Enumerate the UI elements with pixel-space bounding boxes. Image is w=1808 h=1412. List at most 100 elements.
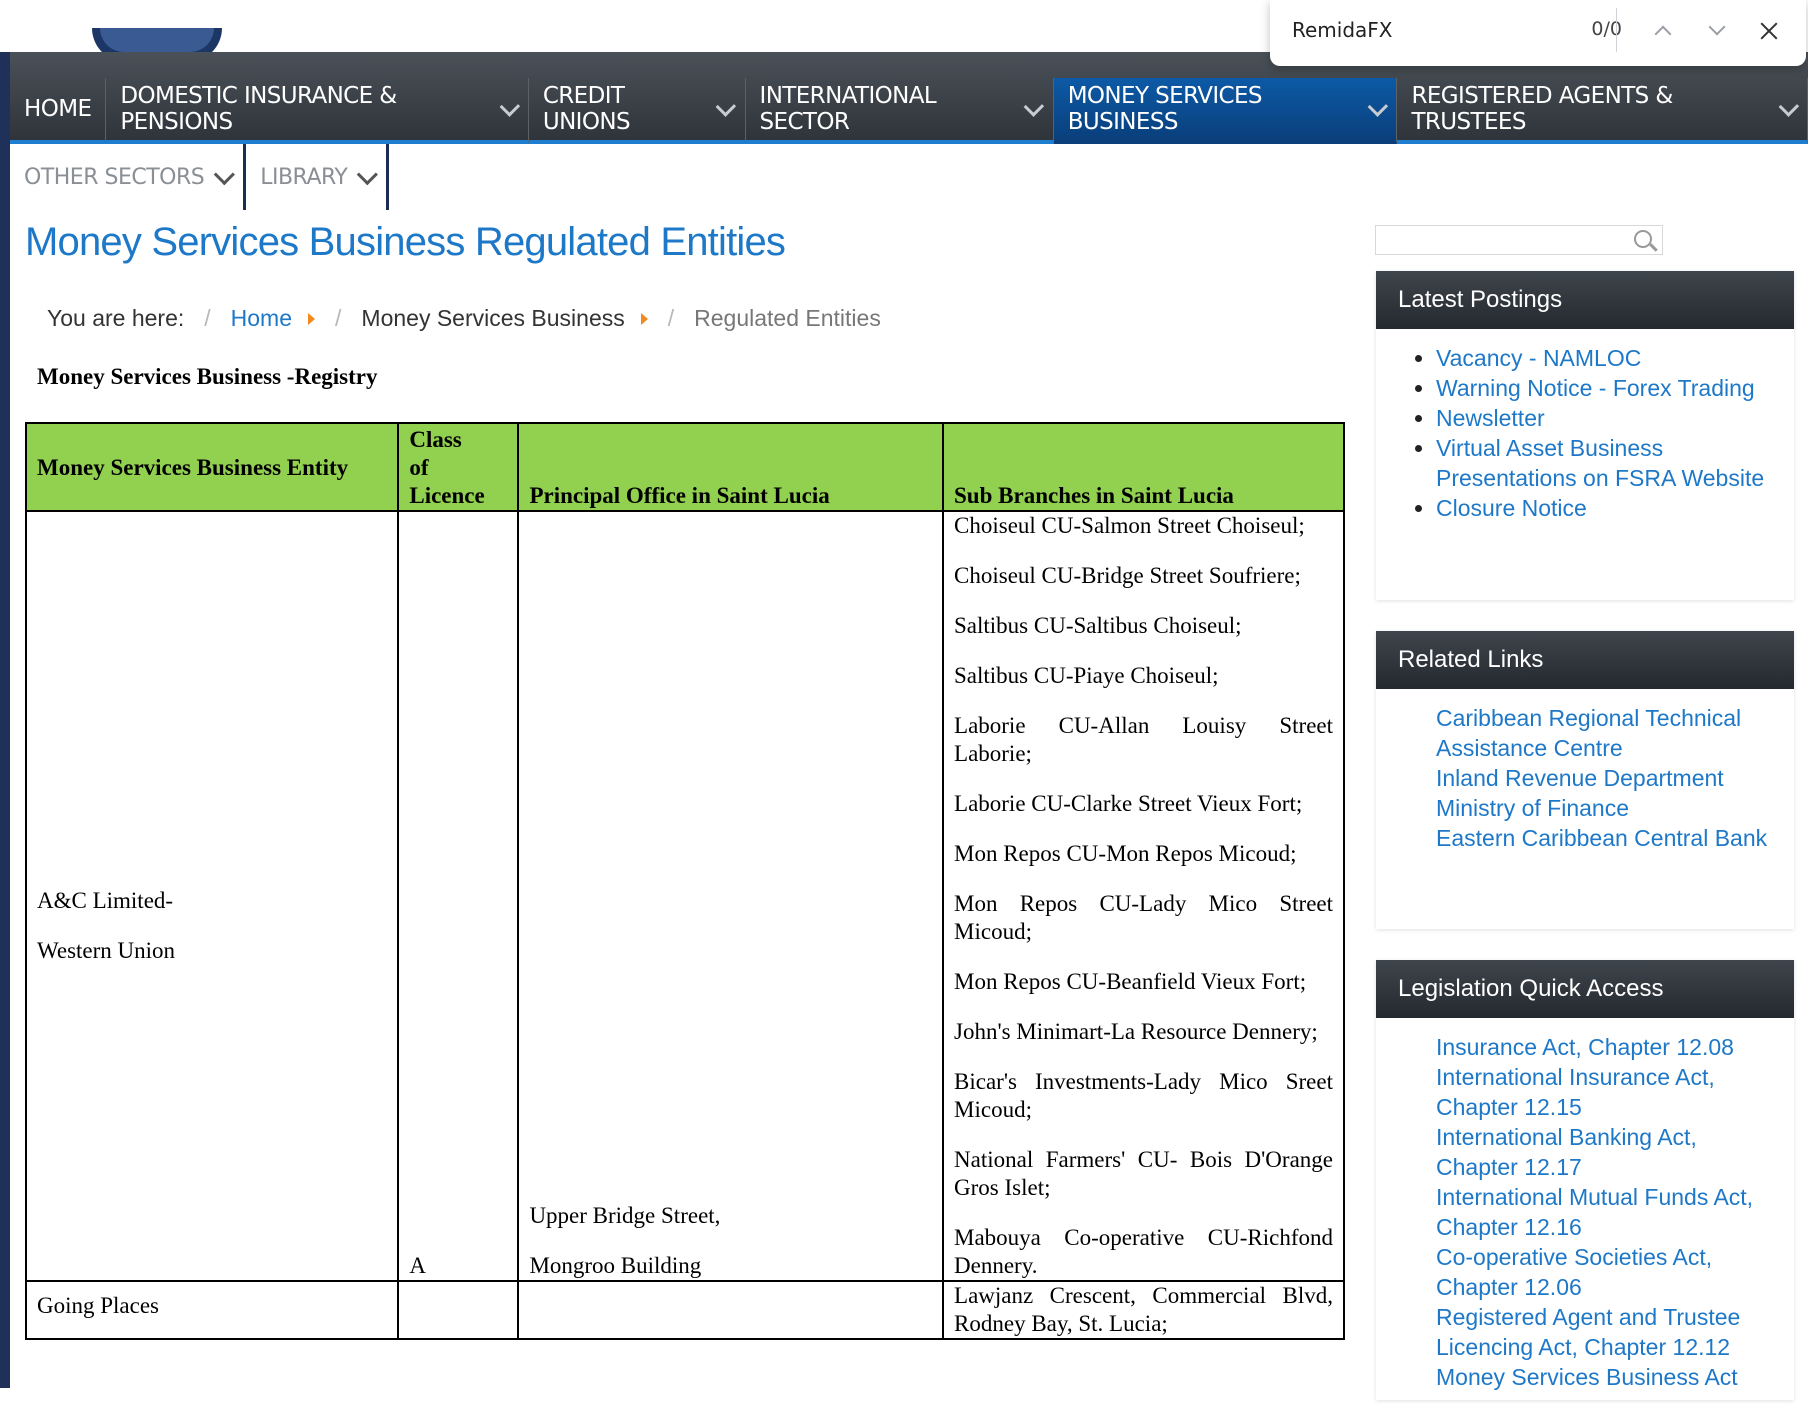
cell-class [397,1280,520,1340]
cell-principal-office: Upper Bridge Street, Mongroo Building [517,510,945,1282]
nav-item-label: DOMESTIC INSURANCE & PENSIONS [120,83,397,135]
sidebar-link[interactable]: International Insurance Act, Chapter 12.… [1436,1062,1784,1122]
breadcrumb-money-services[interactable]: Money Services Business [361,305,624,332]
chevron-down-icon [1367,95,1389,117]
related-links-panel: Related Links Caribbean Regional Technic… [1376,631,1794,929]
search-input[interactable] [1375,225,1663,255]
entity-name: A&C Limited- [37,888,174,913]
find-next-chevron-down-icon[interactable] [1700,14,1734,48]
sidebar-link[interactable]: Closure Notice [1436,493,1784,523]
sidebar-link[interactable]: International Mutual Funds Act, Chapter … [1436,1182,1784,1242]
header-principal-office: Principal Office in Saint Lucia [517,422,945,512]
nav-item-international-sector[interactable]: INTERNATIONAL SECTOR [745,78,1054,144]
header-entity: Money Services Business Entity [25,422,400,512]
find-input[interactable]: RemidaFX [1292,18,1532,42]
find-match-count: 0/0 [1591,18,1622,40]
chevron-down-icon [357,163,379,185]
legislation-panel: Legislation Quick Access Insurance Act, … [1376,960,1794,1400]
registry-table-wrapper: Money Services Business Entity Class of … [25,422,1345,1388]
nav-item-label: HOME [24,96,92,122]
branch-item: Laborie CU-Allan Louisy Street Laborie; [954,713,1333,766]
breadcrumb-separator: / [667,305,675,331]
entity-name: Western Union [37,938,176,963]
registry-table: Money Services Business Entity Class of … [25,422,1345,1340]
table-row: A&C Limited- Western Union A Upper Bridge S… [25,510,1345,1282]
branch-item: Lawjanz Crescent, Commercial Blvd, Rodne… [954,1283,1333,1336]
office-line: Upper Bridge Street, [529,1203,721,1228]
chevron-down-icon [715,95,737,117]
find-previous-chevron-up-icon[interactable] [1646,14,1680,48]
related-links-list: Caribbean Regional Technical Assistance … [1376,689,1794,873]
entity-name: Going Places [37,1293,160,1318]
branch-item: Choiseul CU-Bridge Street Soufriere; [954,563,1301,588]
breadcrumb-separator: / [204,305,211,331]
nav-item-label: CREDIT UNIONS [542,83,631,135]
cell-principal-office [517,1280,945,1340]
sidebar-link[interactable]: Virtual Asset Business Presentations on … [1436,433,1784,493]
cell-class: A [397,510,520,1282]
nav-item-label: LIBRARY [260,164,348,190]
branch-item: Saltibus CU-Saltibus Choiseul; [954,613,1242,638]
table-row: Going Places Lawjanz Crescent, Commercial… [25,1280,1345,1340]
legislation-title: Legislation Quick Access [1376,960,1794,1018]
branch-item: Bicar's Investments-Lady Mico Sreet Mico… [954,1069,1333,1122]
find-close-icon[interactable] [1752,14,1786,48]
sidebar-link[interactable]: Registered Agent and Trustee Licencing A… [1436,1302,1784,1362]
sidebar-link[interactable]: Warning Notice - Forex Trading [1436,373,1784,403]
sidebar-link[interactable]: Eastern Caribbean Central Bank [1436,823,1784,853]
main-nav: HOME DOMESTIC INSURANCE & PENSIONS CREDIT … [10,78,1808,144]
chevron-down-icon [213,163,236,185]
cell-entity: A&C Limited- Western Union [25,510,400,1282]
find-divider [1616,8,1617,52]
sidebar-link[interactable]: Insurance Act, Chapter 12.08 [1436,1032,1784,1062]
nav-item-label: OTHER SECTORS [24,164,205,190]
main-nav-row2: OTHER SECTORS LIBRARY [10,144,390,210]
latest-postings-list: Vacancy - NAMLOCWarning Notice - Forex T… [1376,329,1794,543]
chevron-down-icon [1024,95,1045,117]
breadcrumb-separator: / [335,305,342,331]
latest-postings-panel: Latest Postings Vacancy - NAMLOCWarning … [1376,271,1794,600]
breadcrumb-arrow-icon [308,312,316,325]
sidebar-link[interactable]: Newsletter [1436,403,1784,433]
sidebar-link[interactable]: International Banking Act, Chapter 12.17 [1436,1122,1784,1182]
sidebar-link[interactable]: Caribbean Regional Technical Assistance … [1436,703,1784,763]
sidebar-link[interactable]: Ministry of Finance [1436,793,1784,823]
header-sub-branches: Sub Branches in Saint Lucia [942,422,1345,512]
nav-item-label: MONEY SERVICES BUSINESS [1067,83,1263,135]
breadcrumb-arrow-icon [640,312,648,325]
related-links-title: Related Links [1376,631,1794,689]
table-header-row: Money Services Business Entity Class of … [25,422,1345,512]
nav-item-registered-agents-trustees[interactable]: REGISTERED AGENTS & TRUSTEES [1397,78,1808,144]
branch-item: Mon Repos CU-Mon Repos Micoud; [954,841,1297,866]
branch-item: Mabouya Co-operative CU-Richfond Dennery… [954,1225,1333,1278]
find-bar: RemidaFX 0/0 [1270,0,1806,66]
sidebar-link[interactable]: Co-operative Societies Act, Chapter 12.0… [1436,1242,1784,1302]
legislation-list: Insurance Act, Chapter 12.08 Internationa… [1376,1018,1794,1412]
search-icon[interactable] [1634,230,1652,248]
branch-item: Mon Repos CU-Beanfield Vieux Fort; [954,969,1307,994]
registry-heading: Money Services Business -Registry [37,364,378,389]
page-title: Money Services Business Regulated Entiti… [25,220,786,264]
branch-item: John's Minimart-La Resource Dennery; [954,1019,1318,1044]
office-line: Mongroo Building [529,1253,702,1278]
chevron-down-icon [1778,95,1800,117]
nav-item-library[interactable]: LIBRARY [246,144,390,210]
nav-item-domestic-insurance-pensions[interactable]: DOMESTIC INSURANCE & PENSIONS [106,78,529,144]
nav-item-money-services-business[interactable]: MONEY SERVICES BUSINESS [1053,78,1398,144]
nav-item-home[interactable]: HOME [10,78,107,144]
branch-item: Saltibus CU-Piaye Choiseul; [954,663,1219,688]
table-body: A&C Limited- Western Union A Upper Bridge S… [25,510,1345,1340]
breadcrumb-home[interactable]: Home [231,305,292,332]
sidebar-link[interactable]: Vacancy - NAMLOC [1436,343,1784,373]
sidebar-link[interactable]: Inland Revenue Department [1436,763,1784,793]
cell-sub-branches: Lawjanz Crescent, Commercial Blvd, Rodne… [942,1280,1345,1340]
nav-item-other-sectors[interactable]: OTHER SECTORS [10,144,247,210]
nav-item-label: INTERNATIONAL SECTOR [759,83,937,135]
branch-item: National Farmers' CU- Bois D'Orange Gros… [954,1147,1333,1200]
nav-item-credit-unions[interactable]: CREDIT UNIONS [528,78,746,144]
branch-item: Choiseul CU-Salmon Street Choiseul; [954,513,1305,538]
cell-sub-branches: Choiseul CU-Salmon Street Choiseul; Chois… [942,510,1345,1282]
branch-item: Laborie CU-Clarke Street Vieux Fort; [954,791,1303,816]
nav-item-label: REGISTERED AGENTS & TRUSTEES [1411,83,1673,135]
header-class: Class of Licence [397,422,520,512]
